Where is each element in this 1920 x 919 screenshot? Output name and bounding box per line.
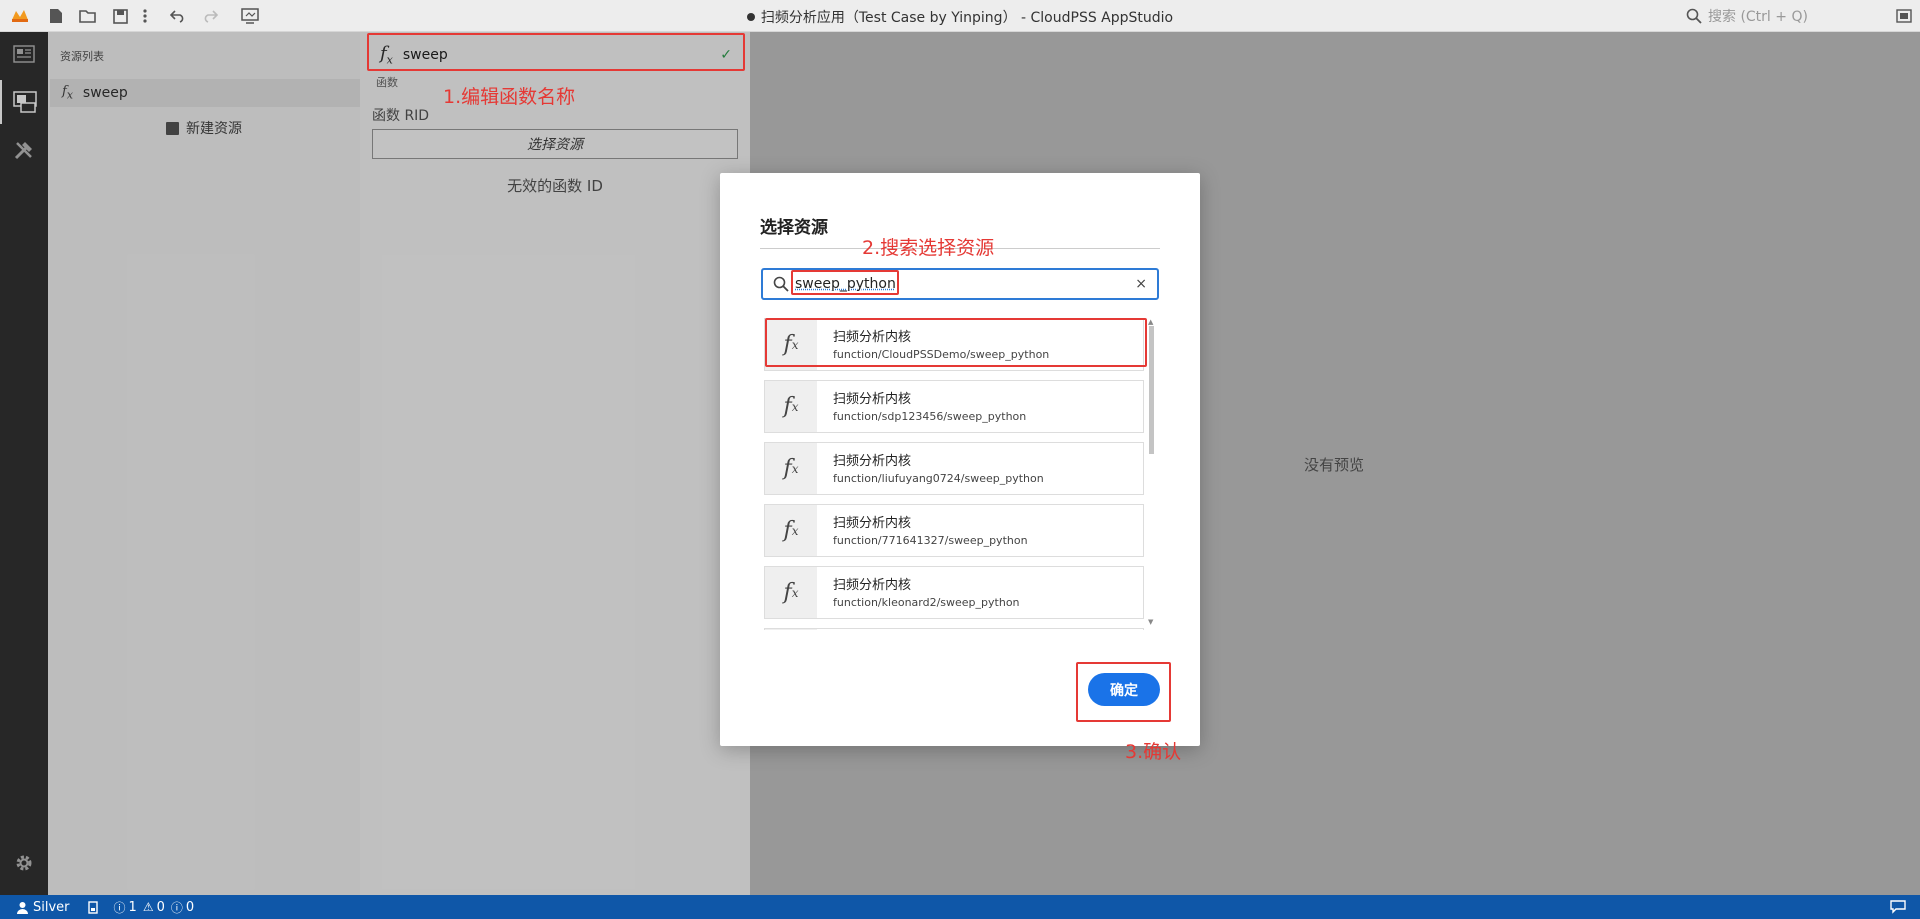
results-scrollbar[interactable]: ▲ ▼: [1148, 318, 1154, 628]
result-item[interactable]: fx 扫频分析内核 function/liufuyang0724/sweep_p…: [764, 442, 1144, 495]
chat-icon: [1890, 900, 1906, 914]
layout-toggle-icon[interactable]: [1894, 6, 1914, 26]
scroll-down-icon[interactable]: ▼: [1148, 618, 1153, 626]
scroll-thumb[interactable]: [1149, 326, 1154, 454]
feedback-button[interactable]: [1890, 900, 1906, 914]
warning-icon: ⚠: [142, 900, 154, 914]
save-icon[interactable]: [110, 6, 130, 26]
result-name: 扫频分析内核: [833, 454, 912, 469]
function-icon: [765, 629, 817, 630]
status-bar: Silver ⓘ 1 ⚠ 0 ⓘ 0: [0, 895, 1920, 919]
result-name: 扫频分析内核: [833, 330, 912, 345]
result-item[interactable]: fx 扫频分析内核 function/771641327/sweep_pytho…: [764, 504, 1144, 557]
global-search[interactable]: 搜索 (Ctrl + Q): [1686, 5, 1882, 27]
open-folder-icon[interactable]: [78, 6, 98, 26]
resource-search-input[interactable]: sweep_python: [795, 276, 896, 292]
error-icon: ⓘ: [113, 900, 126, 915]
result-item[interactable]: fx 扫频分析内核 function/kleonard2/sweep_pytho…: [764, 566, 1144, 619]
title-bar: 扫频分析应用（Test Case by Yinping） - CloudPSS …: [0, 0, 1920, 32]
user-account[interactable]: Silver: [16, 900, 70, 915]
function-icon: fx: [765, 505, 817, 556]
info-count: 0: [185, 899, 195, 915]
result-item[interactable]: fx 扫频分析内核 function/CloudPSSDemo/sweep_py…: [764, 318, 1144, 371]
user-icon: [17, 901, 28, 914]
preview-window-icon[interactable]: [240, 6, 260, 26]
problems-indicator[interactable]: ⓘ 1 ⚠ 0 ⓘ 0: [114, 899, 195, 916]
select-resource-dialog: 选择资源 sweep_python × fx 扫频分析内核 function/C…: [720, 173, 1200, 746]
result-item-partial[interactable]: [764, 628, 1144, 630]
result-path: function/CloudPSSDemo/sweep_python: [833, 348, 1050, 361]
clear-search-icon[interactable]: ×: [1135, 276, 1147, 292]
confirm-button[interactable]: 确定: [1088, 673, 1160, 706]
result-path: function/sdp123456/sweep_python: [833, 410, 1027, 423]
result-path: function/771641327/sweep_python: [833, 534, 1028, 547]
function-icon: fx: [765, 319, 817, 370]
device-icon: [87, 900, 98, 914]
app-logo-icon[interactable]: [10, 6, 30, 26]
result-path: function/liufuyang0724/sweep_python: [833, 472, 1044, 485]
search-results-list[interactable]: fx 扫频分析内核 function/CloudPSSDemo/sweep_py…: [762, 318, 1152, 630]
new-file-icon[interactable]: [46, 6, 66, 26]
result-name: 扫频分析内核: [833, 578, 912, 593]
dialog-title: 选择资源: [760, 218, 828, 238]
no-preview-text: 没有预览: [1304, 456, 1365, 474]
function-icon: fx: [765, 381, 817, 432]
error-count: 1: [128, 899, 137, 915]
resource-search-box[interactable]: sweep_python ×: [761, 268, 1159, 300]
user-name: Silver: [33, 899, 70, 915]
info-icon: ⓘ: [170, 900, 183, 915]
result-path: function/kleonard2/sweep_python: [833, 596, 1020, 609]
window-title-text: 扫频分析应用（Test Case by Yinping） - CloudPSS …: [760, 10, 1174, 26]
device-status[interactable]: [87, 900, 98, 914]
result-name: 扫频分析内核: [833, 516, 912, 531]
global-search-placeholder: 搜索 (Ctrl + Q): [1708, 9, 1808, 25]
unsaved-dot-icon: [746, 13, 755, 21]
function-icon: fx: [765, 443, 817, 494]
function-icon: fx: [765, 567, 817, 618]
undo-icon[interactable]: [168, 6, 188, 26]
window-title: 扫频分析应用（Test Case by Yinping） - CloudPSS …: [0, 7, 1920, 27]
redo-icon[interactable]: [200, 6, 220, 26]
search-icon: [1686, 8, 1702, 24]
warning-count: 0: [156, 899, 165, 915]
more-options-icon[interactable]: [135, 6, 155, 26]
dialog-divider: [760, 248, 1160, 249]
result-item[interactable]: fx 扫频分析内核 function/sdp123456/sweep_pytho…: [764, 380, 1144, 433]
result-name: 扫频分析内核: [833, 392, 912, 407]
scroll-up-icon[interactable]: ▲: [1148, 318, 1153, 326]
search-icon: [773, 276, 789, 292]
